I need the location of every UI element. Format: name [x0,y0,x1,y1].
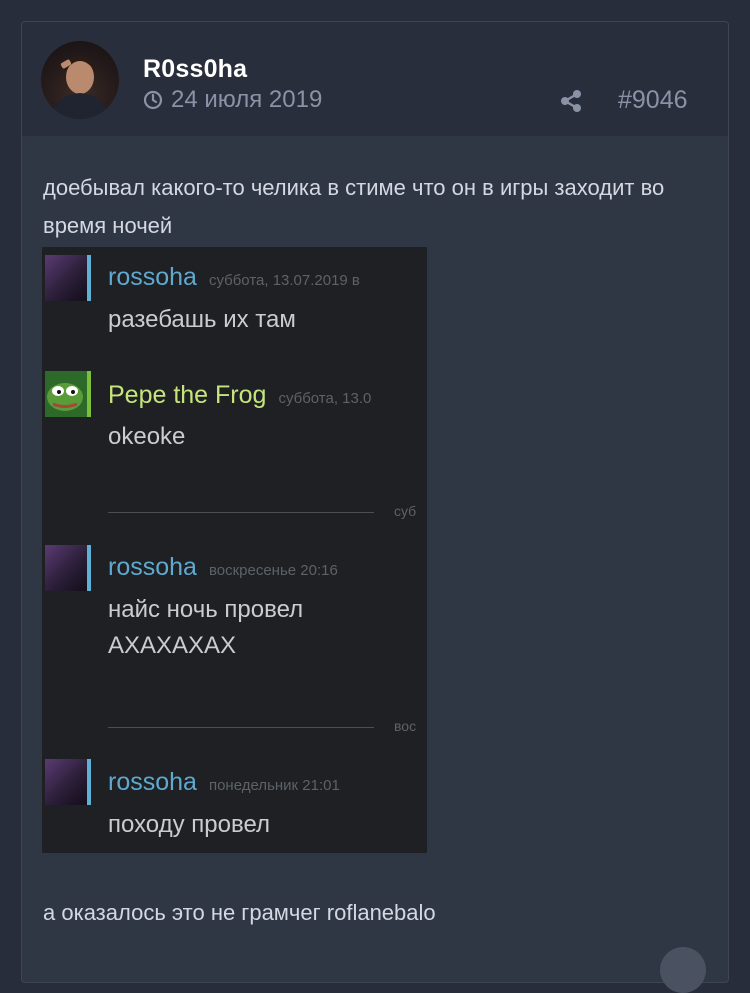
post-body-text-after: а оказалось это не грамчег roflanebalo [43,900,436,925]
author-avatar[interactable] [41,41,119,119]
scroll-to-top-button[interactable] [660,947,706,993]
post-card: R0ss0ha 24 июля 2019 #9046 доебывал како… [21,21,729,983]
chat-message-header: rossoha понедельник 21:01 [108,768,340,797]
chat-author-name: rossoha [108,768,197,796]
chat-message-header: rossoha суббота, 13.07.2019 в [108,263,360,292]
post-body-text: доебывал какого-то челика в стиме что он… [43,175,665,238]
post-date-text: 24 июля 2019 [171,86,323,113]
chat-message-text: разебашь их там [108,306,296,333]
post-number-link[interactable]: #9046 [618,86,688,115]
chat-timestamp: суббота, 13.07.2019 в [208,272,360,289]
chat-author-name: rossoha [108,263,197,291]
chat-avatar [45,759,91,805]
chat-message-header: rossoha воскресенье 20:16 [108,553,338,582]
chat-timestamp: понедельник 21:01 [208,777,340,794]
chat-author-name: rossoha [108,553,197,581]
author-username[interactable]: R0ss0ha [143,55,247,84]
post-header: R0ss0ha 24 июля 2019 #9046 [22,22,728,136]
chat-avatar [45,371,91,417]
chat-message-text: походу провел [108,811,271,838]
chat-day-divider [108,512,374,513]
chat-timestamp: суббота, 13.0 [278,390,372,407]
chat-avatar [45,545,91,591]
chat-day-divider [108,727,374,728]
post-date: 24 июля 2019 [143,86,322,114]
chat-message-text: okeoke [108,423,186,450]
pepe-avatar-image [47,383,83,411]
clock-icon [143,90,163,110]
avatar-image [51,56,109,119]
share-icon[interactable] [559,89,583,113]
chat-author-name: Pepe the Frog [108,381,267,409]
chat-timestamp: воскресенье 20:16 [208,562,338,579]
chat-message-text: найс ночь провел АХАХАХАХ [108,596,304,659]
chat-day-divider-label: вос [394,718,417,734]
chat-avatar [45,255,91,301]
chat-message-header: Pepe the Frog суббота, 13.0 [108,381,371,410]
embedded-chat-screenshot[interactable]: rossoha суббота, 13.07.2019 в разебашь их… [42,247,427,853]
chat-day-divider-label: суб [394,503,417,519]
